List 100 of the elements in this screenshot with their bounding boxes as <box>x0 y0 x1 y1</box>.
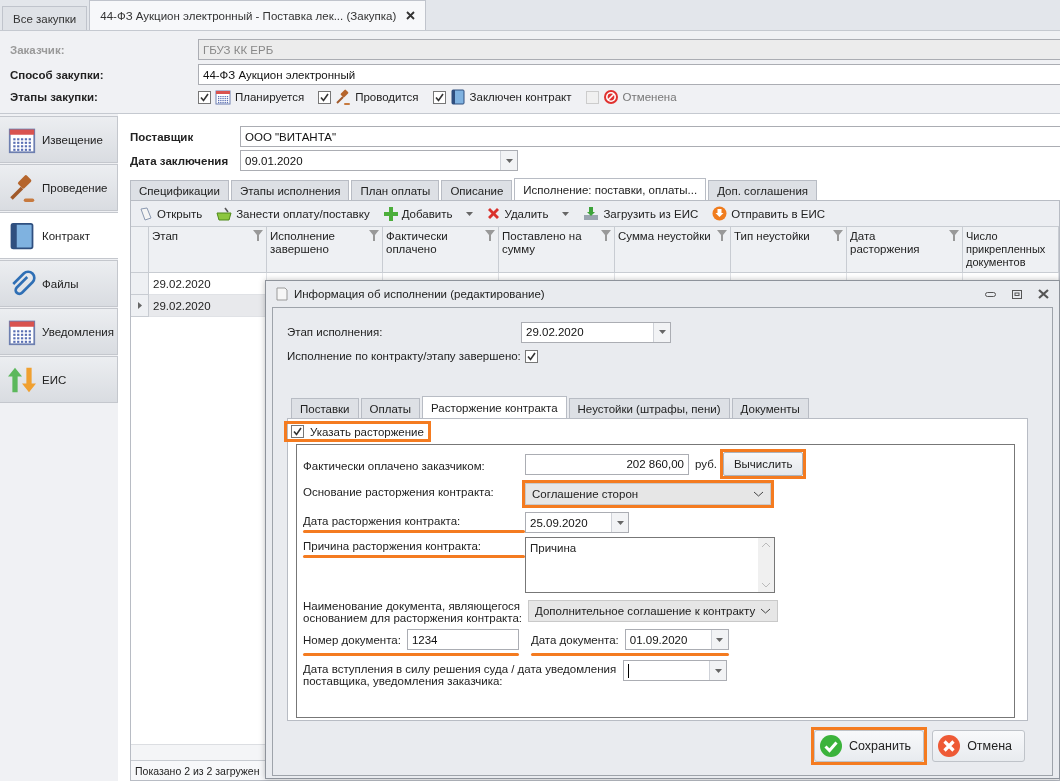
stage-label: Отменена <box>622 91 677 103</box>
sidebar-item[interactable]: Извещение <box>0 116 118 163</box>
cancel-button[interactable]: Отмена <box>932 730 1025 762</box>
field-label: Дата заключения <box>130 154 230 167</box>
plus-icon <box>383 206 398 221</box>
tab[interactable]: Доп. соглашения <box>708 180 818 200</box>
minimize-icon[interactable] <box>985 291 996 297</box>
date-field[interactable] <box>623 660 727 681</box>
sidebar-item[interactable]: Уведомления <box>0 308 118 355</box>
up-down-arrows-icon <box>8 365 36 394</box>
field-label: Номер документа: <box>303 633 401 646</box>
status-text: Показано 2 из 2 загружен <box>135 764 260 777</box>
caret-icon <box>616 520 624 525</box>
caret-icon <box>505 158 513 163</box>
text-field[interactable]: 1234 <box>406 629 519 650</box>
date-field[interactable]: 09.01.2020 <box>240 150 518 171</box>
column-header[interactable]: Этап <box>149 227 267 273</box>
chevron-icon <box>753 491 764 497</box>
tab[interactable]: Спецификации <box>130 180 229 200</box>
toolbar-button[interactable]: Удалить <box>487 207 570 220</box>
filter-icon[interactable] <box>601 230 611 241</box>
caret-icon <box>716 637 724 642</box>
filter-icon[interactable] <box>717 230 727 241</box>
chevron-icon <box>760 608 771 614</box>
check-circle-icon <box>819 734 843 758</box>
calculate-button[interactable]: Вычислить <box>722 452 804 476</box>
tab[interactable]: Расторжение контракта <box>422 396 567 418</box>
document-tab[interactable]: 44-ФЗ Аукцион электронный - Поставка лек... (Закупка) <box>89 0 427 30</box>
date-field[interactable]: 01.09.2020 <box>624 629 729 650</box>
tab[interactable]: Исполнение: поставки, оплаты... <box>514 178 707 200</box>
document-tab[interactable]: Все закупки <box>2 6 88 30</box>
gavel-icon <box>335 89 352 105</box>
row-indicator-icon <box>137 302 142 309</box>
tab[interactable]: Документы <box>731 398 809 418</box>
toolbar-button[interactable]: Занести оплату/поставку <box>216 206 370 221</box>
close-circle-icon <box>937 734 962 758</box>
column-header[interactable]: Дата расторжения <box>847 227 963 273</box>
column-header[interactable]: Сумма неустойки <box>615 227 731 273</box>
filter-icon[interactable] <box>253 230 263 241</box>
date-field[interactable]: 29.02.2020 <box>521 321 671 343</box>
tab[interactable]: Этапы исполнения <box>230 180 350 200</box>
maximize-icon[interactable] <box>1012 289 1022 299</box>
amount-field[interactable]: 202 860,00 <box>525 453 689 475</box>
field-label: Дата документа: <box>530 633 619 646</box>
close-icon[interactable] <box>406 11 416 20</box>
tab[interactable]: Поставки <box>291 398 359 418</box>
dropdown-select[interactable]: Соглашение сторон <box>525 483 771 505</box>
caret-icon <box>658 330 666 334</box>
field-label: Заказчик: <box>10 43 66 56</box>
field-label: Исполнение по контракту/этапу завершено: <box>287 349 521 363</box>
filter-icon[interactable] <box>485 230 495 241</box>
calendar-icon <box>215 89 231 105</box>
filter-icon[interactable] <box>833 230 843 241</box>
book-icon <box>449 89 466 105</box>
tab[interactable]: Оплаты <box>360 398 421 418</box>
field-label: Поставщик <box>130 130 195 143</box>
field-label: Дата расторжения контракта: <box>303 515 461 527</box>
close-icon[interactable] <box>1038 289 1049 299</box>
tab[interactable]: Описание <box>441 180 513 200</box>
checkbox[interactable] <box>198 90 211 104</box>
checkbox[interactable] <box>318 90 332 104</box>
document-icon <box>139 206 153 221</box>
sidebar-item[interactable]: ЕИС <box>0 356 118 403</box>
tab[interactable]: Неустойки (штрафы, пени) <box>568 398 730 418</box>
basket-icon <box>216 206 233 221</box>
sidebar-item[interactable]: Проведение <box>0 164 118 211</box>
filter-icon[interactable] <box>949 230 959 241</box>
column-header[interactable]: Поставлено на сумму <box>499 227 615 273</box>
sidebar-item[interactable]: Контракт <box>0 212 119 259</box>
tab[interactable]: План оплаты <box>351 180 440 200</box>
filter-icon[interactable] <box>369 230 379 241</box>
text-cursor <box>628 663 629 678</box>
reason-textarea[interactable]: Причина <box>525 537 775 593</box>
dropdown-select[interactable]: Дополнительное соглашение к контракту <box>528 600 778 622</box>
prohibited-icon <box>602 89 619 105</box>
book-icon <box>8 221 36 250</box>
checkbox[interactable] <box>432 90 446 104</box>
row-selector[interactable] <box>131 295 149 317</box>
column-header[interactable]: Исполнение завершено <box>267 227 383 273</box>
dialog-title: Информация об исполнении (редактирование) <box>294 288 545 300</box>
sidebar-item[interactable]: Файлы <box>0 260 118 307</box>
column-header[interactable]: Фактически оплачено <box>383 227 499 273</box>
toolbar-button[interactable]: Открыть <box>139 206 203 221</box>
scrollbar[interactable] <box>758 538 774 592</box>
field-label: Этапы закупки: <box>10 90 99 103</box>
save-button[interactable]: Сохранить <box>814 730 925 762</box>
column-header[interactable]: Тип неустойки <box>731 227 847 273</box>
column-header[interactable]: Число прикрепленных документов <box>963 227 1059 273</box>
text-field[interactable]: 44-ФЗ Аукцион электронный <box>198 64 1060 85</box>
toolbar-button[interactable]: Добавить <box>383 206 474 221</box>
toolbar-button[interactable]: Отправить в ЕИС <box>712 206 825 221</box>
text-field[interactable]: ООО "ВИТАНТА" <box>240 126 1060 147</box>
gavel-icon <box>8 173 36 202</box>
caret-icon <box>466 211 474 216</box>
checkbox[interactable] <box>291 425 304 438</box>
toolbar-button[interactable]: Загрузить из ЕИС <box>583 205 699 222</box>
date-field[interactable]: 25.09.2020 <box>525 512 629 533</box>
tray-arrow-icon <box>583 205 600 222</box>
checkbox[interactable] <box>524 349 538 363</box>
document-icon <box>276 287 288 301</box>
